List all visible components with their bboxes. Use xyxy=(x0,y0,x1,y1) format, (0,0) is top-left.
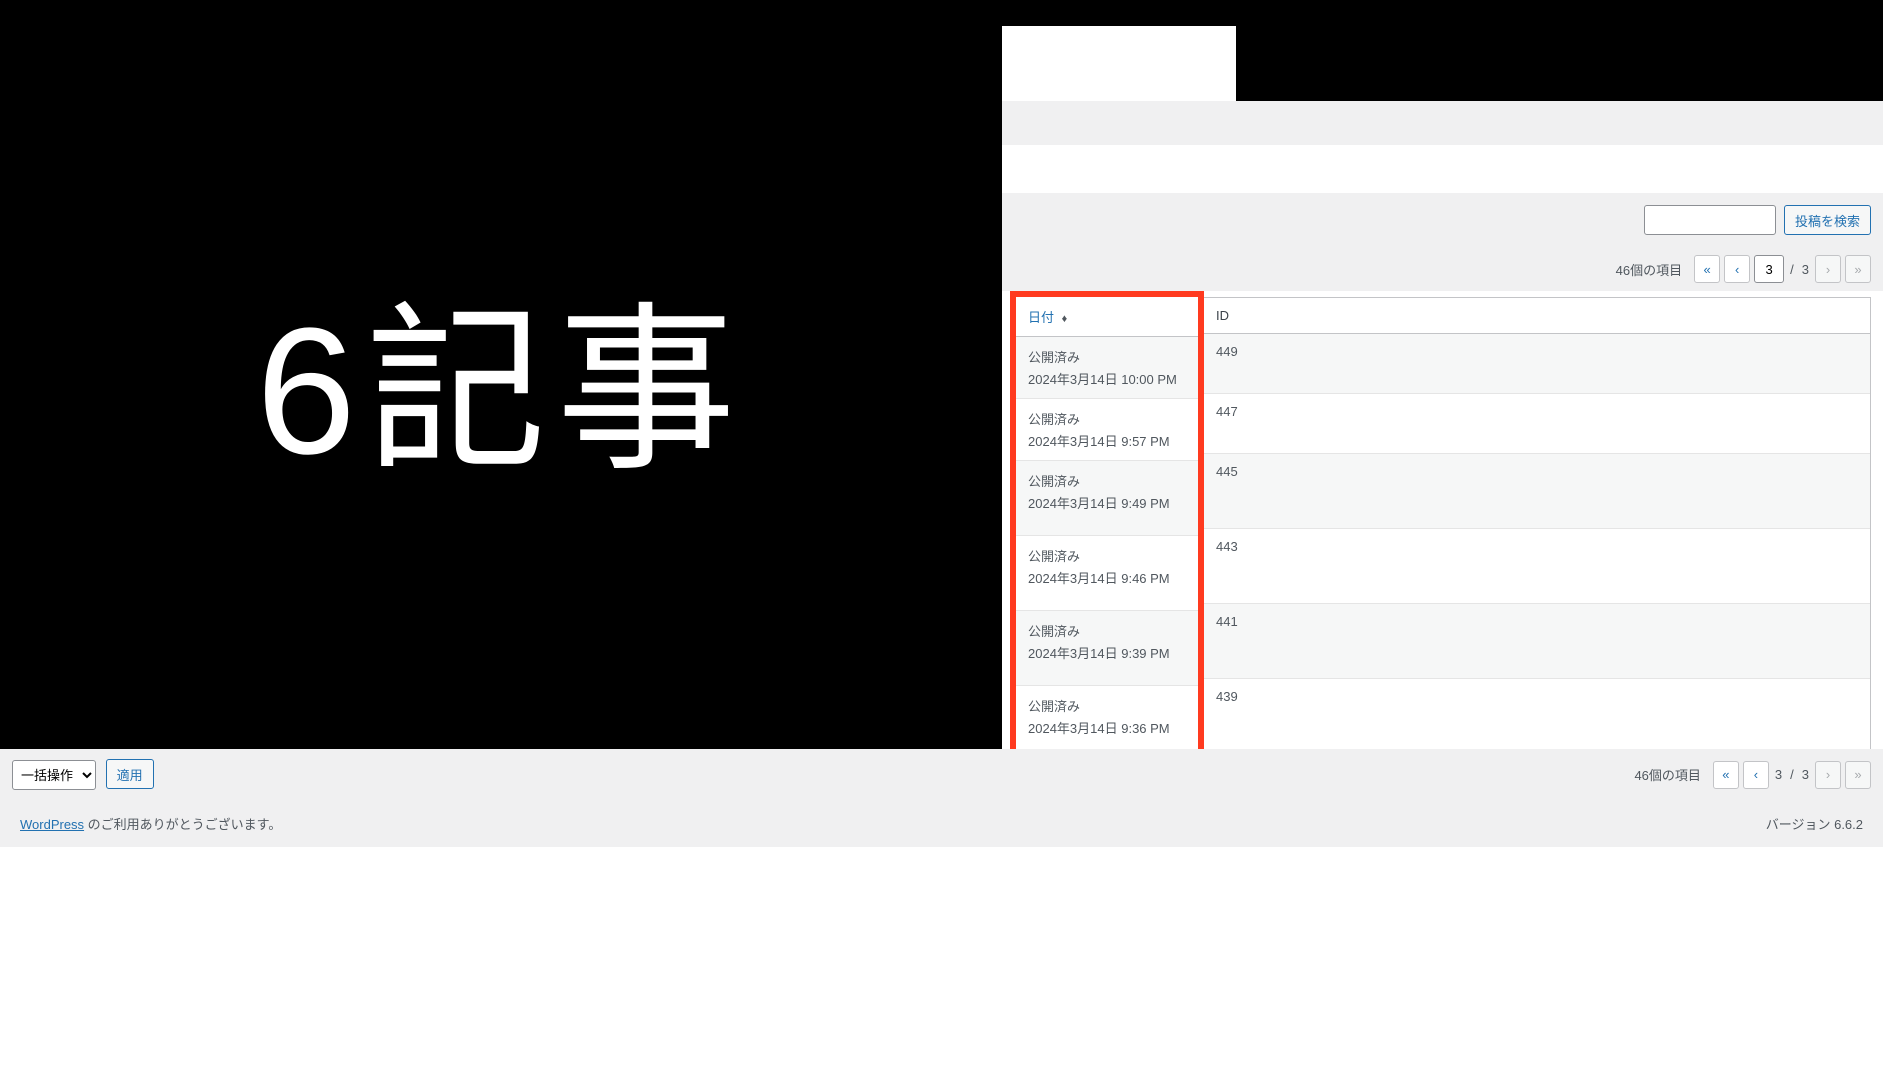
table-row: 公開済み 2024年3月14日 9:49 PM xyxy=(1016,461,1198,536)
date-text: 2024年3月14日 9:57 PM xyxy=(1028,431,1186,450)
total-pages: 3 xyxy=(1800,262,1811,277)
items-count: 46個の項目 xyxy=(1634,765,1700,784)
row-id: 443 xyxy=(1204,529,1870,603)
table-row: 449 xyxy=(1204,334,1870,394)
date-text: 2024年3月14日 9:49 PM xyxy=(1028,493,1186,512)
page-separator: / xyxy=(1788,767,1796,782)
status-label: 公開済み xyxy=(1028,696,1186,715)
items-count: 46個の項目 xyxy=(1616,260,1682,279)
table-row: 443 xyxy=(1204,529,1870,604)
date-text: 2024年3月14日 9:39 PM xyxy=(1028,643,1186,662)
pagination-bottom: 46個の項目 « ‹ 3 / 3 › » xyxy=(1634,761,1871,789)
date-text: 2024年3月14日 9:46 PM xyxy=(1028,568,1186,587)
last-page-button[interactable]: » xyxy=(1845,761,1871,789)
next-page-button[interactable]: › xyxy=(1815,761,1841,789)
row-id: 441 xyxy=(1204,604,1870,678)
row-id: 445 xyxy=(1204,454,1870,528)
status-label: 公開済み xyxy=(1028,409,1186,428)
sort-icon: ♦ xyxy=(1062,313,1068,325)
row-id: 447 xyxy=(1204,394,1870,453)
page-separator: / xyxy=(1788,262,1796,277)
video-overlay: 6記事 xyxy=(0,0,1002,749)
total-pages: 3 xyxy=(1800,767,1811,782)
page-input[interactable] xyxy=(1754,255,1784,283)
column-header-id: ID xyxy=(1216,308,1229,323)
search-input[interactable] xyxy=(1644,205,1776,235)
table-row: 公開済み 2024年3月14日 9:57 PM xyxy=(1016,399,1198,461)
bulk-action-select[interactable]: 一括操作 xyxy=(12,760,96,790)
table-row: 公開済み 2024年3月14日 9:46 PM xyxy=(1016,536,1198,611)
next-page-button[interactable]: › xyxy=(1815,255,1841,283)
table-row: 441 xyxy=(1204,604,1870,679)
current-page-text: 3 xyxy=(1773,767,1784,782)
table-row: 445 xyxy=(1204,454,1870,529)
row-id: 439 xyxy=(1204,679,1870,754)
search-button[interactable]: 投稿を検索 xyxy=(1784,205,1871,235)
table-row: 公開済み 2024年3月14日 9:39 PM xyxy=(1016,611,1198,686)
table-row: 447 xyxy=(1204,394,1870,454)
version-text: バージョン 6.6.2 xyxy=(1766,814,1863,833)
status-label: 公開済み xyxy=(1028,621,1186,640)
column-header-date[interactable]: 日付 xyxy=(1028,310,1054,325)
prev-page-button[interactable]: ‹ xyxy=(1724,255,1750,283)
status-label: 公開済み xyxy=(1028,471,1186,490)
table-row: 439 xyxy=(1204,679,1870,754)
first-page-button[interactable]: « xyxy=(1713,761,1739,789)
status-label: 公開済み xyxy=(1028,546,1186,565)
prev-page-button[interactable]: ‹ xyxy=(1743,761,1769,789)
table-row: 公開済み 2024年3月14日 10:00 PM xyxy=(1016,337,1198,399)
overlay-text: 6記事 xyxy=(256,244,746,505)
wordpress-link[interactable]: WordPress xyxy=(20,817,84,832)
top-dark-area xyxy=(1002,0,1883,101)
apply-button[interactable]: 適用 xyxy=(106,759,154,789)
row-id: 449 xyxy=(1204,334,1870,393)
first-page-button[interactable]: « xyxy=(1694,255,1720,283)
pagination-top: 46個の項目 « ‹ / 3 › » xyxy=(1002,247,1883,291)
footer-bar: WordPress のご利用ありがとうございます。 バージョン 6.6.2 xyxy=(0,800,1883,847)
last-page-button[interactable]: » xyxy=(1845,255,1871,283)
date-text: 2024年3月14日 9:36 PM xyxy=(1028,718,1186,737)
status-label: 公開済み xyxy=(1028,347,1186,366)
search-row: 投稿を検索 xyxy=(1002,193,1883,247)
footer-thanks: のご利用ありがとうございます。 xyxy=(84,817,281,832)
date-text: 2024年3月14日 10:00 PM xyxy=(1028,369,1186,388)
